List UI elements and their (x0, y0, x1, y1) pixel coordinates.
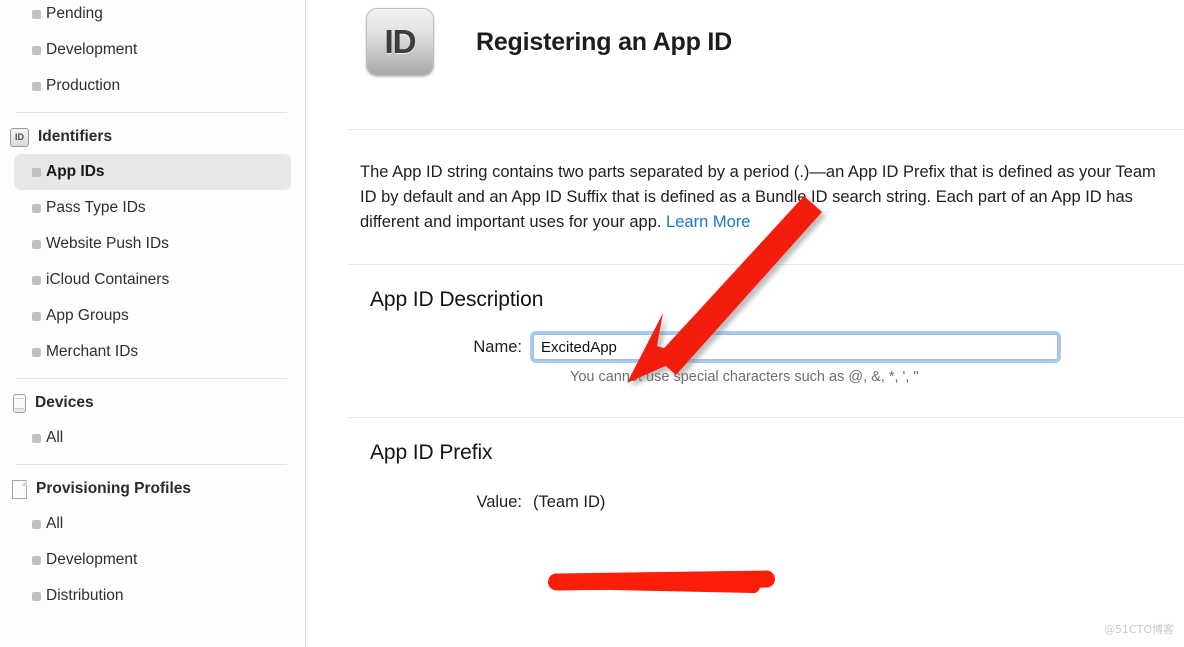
sidebar-group-label: Identifiers (38, 128, 113, 145)
document-icon (12, 479, 27, 499)
header-divider (348, 129, 1184, 130)
main-content: ID Registering an App ID The App ID stri… (306, 0, 1184, 647)
sidebar-item-development[interactable]: Development (14, 32, 291, 68)
section-title-description: App ID Description (370, 288, 544, 311)
bullet-icon (32, 46, 41, 55)
sidebar-item-production[interactable]: Production (14, 68, 291, 104)
name-field-hint: You cannot use special characters such a… (570, 369, 919, 385)
id-badge-icon: ID (10, 127, 29, 147)
page-header: ID Registering an App ID (306, 0, 1184, 76)
name-field-row: Name: (370, 331, 1184, 363)
sidebar-item-label: Website Push IDs (46, 235, 169, 252)
bullet-icon (32, 168, 41, 177)
sidebar-item-merchant-ids[interactable]: Merchant IDs (14, 334, 291, 370)
bullet-icon (32, 348, 41, 357)
sidebar-item-label: App Groups (46, 307, 129, 324)
app-root: Pending Development Production ID Identi… (0, 0, 1184, 647)
sidebar-group-label: Devices (35, 394, 94, 411)
section-title-prefix: App ID Prefix (370, 441, 493, 464)
prefix-value-row: Value: (Team ID) (370, 493, 1184, 512)
bullet-icon (32, 276, 41, 285)
sidebar-item-label: All (46, 515, 64, 532)
sidebar-group-devices: Devices All (0, 386, 305, 456)
sidebar-group-provisioning-profiles: Provisioning Profiles All Development Di… (0, 472, 305, 614)
sidebar-group-header-devices[interactable]: Devices (0, 386, 305, 420)
page-title: Registering an App ID (476, 27, 733, 56)
sidebar-group-label: Provisioning Profiles (36, 480, 192, 497)
sidebar-item-profiles-distribution[interactable]: Distribution (14, 578, 291, 614)
bullet-icon (32, 82, 41, 91)
bullet-icon (32, 312, 41, 321)
prefix-value-label: Value: (476, 493, 522, 511)
sidebar-item-label: Pass Type IDs (46, 199, 146, 216)
sidebar-item-pending[interactable]: Pending (14, 0, 291, 32)
app-id-prefix-section: App ID Prefix Value: (Team ID) (370, 441, 1184, 512)
sidebar-item-pass-type-ids[interactable]: Pass Type IDs (14, 190, 291, 226)
device-icon (13, 393, 26, 413)
bullet-icon (32, 204, 41, 213)
sidebar-divider (16, 378, 287, 379)
bullet-icon (32, 556, 41, 565)
watermark: @51CTO博客 (1103, 623, 1174, 636)
description-divider (348, 417, 1184, 418)
learn-more-link[interactable]: Learn More (666, 213, 750, 231)
sidebar-item-label: App IDs (46, 163, 105, 180)
intro-body: The App ID string contains two parts sep… (360, 163, 1156, 231)
sidebar-item-profiles-development[interactable]: Development (14, 542, 291, 578)
sidebar: Pending Development Production ID Identi… (0, 0, 306, 647)
sidebar-divider (16, 464, 287, 465)
app-id-description-section: App ID Description Name: You cannot use … (370, 288, 1184, 385)
sidebar-item-app-ids[interactable]: App IDs (14, 154, 291, 190)
prefix-value-text: (Team ID) (533, 493, 606, 511)
sidebar-item-label: All (46, 429, 64, 446)
bullet-icon (32, 592, 41, 601)
sidebar-item-label: Development (46, 41, 138, 58)
sidebar-item-label: Pending (46, 5, 103, 22)
sidebar-item-icloud-containers[interactable]: iCloud Containers (14, 262, 291, 298)
sidebar-scroll-content: Pending Development Production ID Identi… (0, 0, 305, 614)
sidebar-item-label: Distribution (46, 587, 124, 604)
sidebar-item-label: Merchant IDs (46, 343, 139, 360)
sidebar-group-top: Pending Development Production (0, 0, 305, 104)
sidebar-item-devices-all[interactable]: All (14, 420, 291, 456)
sidebar-item-profiles-all[interactable]: All (14, 506, 291, 542)
sidebar-item-label: Development (46, 551, 138, 568)
sidebar-divider (16, 112, 287, 113)
sidebar-group-identifiers: ID Identifiers App IDs Pass Type IDs Web… (0, 120, 305, 370)
bullet-icon (32, 520, 41, 529)
sidebar-group-header-provisioning-profiles[interactable]: Provisioning Profiles (0, 472, 305, 506)
app-id-badge-icon: ID (366, 8, 434, 76)
sidebar-item-label: iCloud Containers (46, 271, 170, 288)
bullet-icon (32, 434, 41, 443)
sidebar-item-website-push-ids[interactable]: Website Push IDs (14, 226, 291, 262)
bullet-icon (32, 240, 41, 249)
bullet-icon (32, 10, 41, 19)
sidebar-item-label: Production (46, 77, 121, 94)
name-input[interactable] (530, 331, 1061, 363)
sidebar-item-app-groups[interactable]: App Groups (14, 298, 291, 334)
intro-divider (348, 264, 1184, 265)
intro-paragraph: The App ID string contains two parts sep… (360, 160, 1165, 235)
name-field-label: Name: (473, 337, 522, 356)
sidebar-group-header-identifiers[interactable]: ID Identifiers (0, 120, 305, 154)
